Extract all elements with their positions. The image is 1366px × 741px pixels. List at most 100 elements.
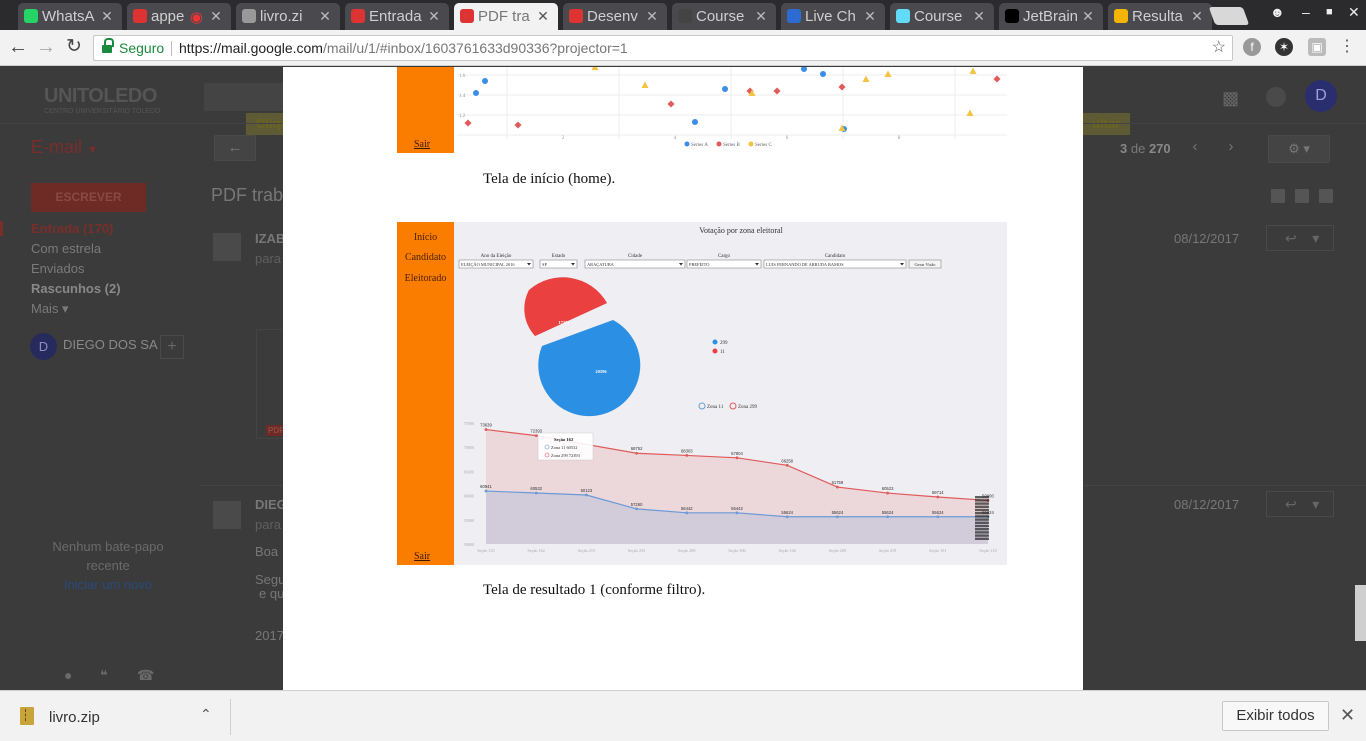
print-icon[interactable]: [1271, 189, 1285, 203]
filter-label: Estado: [552, 254, 566, 259]
sidebar-nav-item[interactable]: Enviados: [31, 261, 84, 276]
reply-button[interactable]: ↩ ▾: [1266, 491, 1334, 517]
close-tab-icon[interactable]: ✕: [100, 8, 114, 25]
data-point: [635, 507, 638, 511]
banner-right[interactable]: ultar: [1082, 113, 1131, 135]
data-point: [735, 456, 739, 460]
forward-arrow-icon[interactable]: →: [34, 36, 58, 60]
prev-conversation-icon[interactable]: ‹: [1182, 135, 1208, 161]
close-window-icon[interactable]: ✕: [1348, 4, 1360, 21]
close-icon[interactable]: ✕: [1340, 705, 1355, 726]
caption-result: Tela de resultado 1 (conforme filtro).: [483, 582, 706, 598]
udemy-icon: [569, 9, 583, 23]
pie-legend-label: 299: [720, 341, 728, 346]
profile-icon[interactable]: ☻: [1270, 4, 1285, 20]
data-label: 59714: [932, 490, 944, 495]
attachment-card[interactable]: [256, 329, 286, 439]
close-tab-icon[interactable]: ✕: [1190, 8, 1204, 25]
hangouts-icon[interactable]: ❝: [100, 667, 116, 683]
apps-grid-icon[interactable]: ▩: [1222, 89, 1240, 107]
start-chat-link[interactable]: Iniciar um novo: [40, 575, 176, 594]
maximize-icon[interactable]: ■: [1326, 6, 1333, 18]
back-arrow-icon[interactable]: ←: [6, 36, 30, 60]
close-tab-icon[interactable]: ✕: [863, 8, 877, 25]
series-a-point: [473, 90, 479, 96]
sidebar-nav-item[interactable]: Com estrela: [31, 241, 101, 256]
compose-button[interactable]: ESCREVER: [31, 183, 146, 212]
phone-icon[interactable]: ☎: [137, 667, 154, 683]
address-bar[interactable]: Seguro https://mail.google.com/mail/u/1/…: [93, 35, 1233, 61]
message-body-line: e qu: [259, 586, 285, 601]
email-menu[interactable]: E-mail ▼: [31, 137, 98, 158]
data-point: [685, 511, 689, 515]
extension-settings-icon[interactable]: ✶: [1275, 38, 1293, 56]
filter-label: Cargo: [718, 254, 731, 259]
contact-name[interactable]: DIEGO DOS SA: [63, 337, 158, 352]
back-to-inbox-button[interactable]: ←: [214, 135, 256, 161]
legend-swatch: [748, 141, 754, 147]
browser-tab[interactable]: Live Ch ✕: [781, 3, 885, 30]
contact-avatar[interactable]: D: [30, 333, 57, 360]
message-body-line: 2017: [255, 628, 284, 643]
close-tab-icon[interactable]: ✕: [1081, 8, 1095, 25]
menu-dots-icon[interactable]: ⋮: [1338, 38, 1356, 56]
sidebar-nav-item[interactable]: Entrada (170): [31, 221, 113, 236]
overlapping-label: [975, 521, 989, 524]
browser-tab[interactable]: livro.zi ✕: [236, 3, 340, 30]
scrollbar-thumb[interactable]: [1355, 585, 1366, 641]
filter-label: Candidato: [825, 254, 846, 259]
close-tab-icon[interactable]: ✕: [209, 8, 223, 25]
browser-tab[interactable]: WhatsA ✕: [18, 3, 122, 30]
x-tick-label: Seção 146: [779, 548, 796, 553]
hangouts-empty: Nenhum bate-papo recente Iniciar um novo: [40, 537, 176, 594]
generate-view-label: Gerar Visão: [915, 262, 937, 267]
close-tab-icon[interactable]: ✕: [972, 8, 986, 25]
sidebar-nav-item[interactable]: Mais ▾: [31, 301, 69, 317]
chevron-up-icon[interactable]: ⌃: [200, 706, 212, 723]
message-sender[interactable]: IZAB: [255, 231, 285, 246]
extension-icon[interactable]: f: [1243, 38, 1261, 56]
bookmark-star-icon[interactable]: ☆: [1212, 36, 1226, 60]
browser-tab[interactable]: Desenv ✕: [563, 3, 667, 30]
browser-tab[interactable]: appe ◉ ✕: [127, 3, 231, 30]
search-input[interactable]: [204, 83, 284, 111]
close-tab-icon[interactable]: ✕: [754, 8, 768, 25]
minimize-icon[interactable]: –: [1302, 4, 1310, 20]
pie-legend-swatch: [712, 348, 718, 354]
notifications-icon[interactable]: [1266, 87, 1286, 107]
extension-puzzle-icon[interactable]: ▣: [1308, 38, 1326, 56]
person-icon[interactable]: ●: [64, 667, 80, 683]
browser-tab[interactable]: Resulta ✕: [1108, 3, 1212, 30]
browser-tab[interactable]: PDF tra ✕: [454, 3, 558, 30]
pie-label: 20596: [595, 369, 607, 374]
next-conversation-icon[interactable]: ›: [1218, 135, 1244, 161]
close-tab-icon[interactable]: ✕: [427, 8, 441, 25]
reload-icon[interactable]: ↻: [62, 36, 86, 60]
browser-tab[interactable]: Course ✕: [672, 3, 776, 30]
overlapping-label: [975, 524, 989, 528]
figure-home-screenshot: Sair 1.6 1.4 1.2 2 4 6 8 Series A Series B Series…: [397, 67, 1007, 153]
account-avatar[interactable]: D: [1305, 80, 1337, 112]
overlapping-label: [975, 515, 989, 518]
legend-label: Series A: [691, 143, 708, 148]
browser-tab[interactable]: Entrada ✕: [345, 3, 449, 30]
browser-tab[interactable]: JetBrain ✕: [999, 3, 1103, 30]
print-all-icon[interactable]: [1295, 189, 1309, 203]
settings-gear-icon[interactable]: ⚙ ▾: [1268, 135, 1330, 163]
data-label: 60123: [581, 488, 593, 493]
browser-tab[interactable]: Course ✕: [890, 3, 994, 30]
sidebar-nav-item[interactable]: Rascunhos (2): [31, 281, 121, 296]
message-date: 08/12/2017: [1174, 497, 1240, 512]
overlapping-label: [975, 496, 989, 499]
close-tab-icon[interactable]: ✕: [318, 8, 332, 25]
show-all-downloads-button[interactable]: Exibir todos: [1222, 701, 1329, 731]
new-window-icon[interactable]: [1319, 189, 1333, 203]
download-filename[interactable]: livro.zip: [49, 709, 100, 726]
reply-button[interactable]: ↩ ▾: [1266, 225, 1334, 251]
new-tab-button[interactable]: [1208, 7, 1250, 25]
close-tab-icon[interactable]: ✕: [645, 8, 659, 25]
data-label: 60532: [530, 486, 542, 491]
close-tab-icon[interactable]: ✕: [536, 8, 550, 25]
message-body-line: Segu: [255, 572, 286, 587]
add-contact-button[interactable]: +: [160, 335, 184, 359]
